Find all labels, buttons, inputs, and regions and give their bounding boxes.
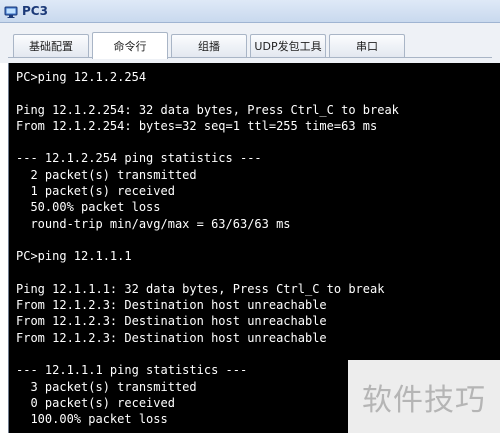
console-line: 1 packet(s) received <box>16 184 175 199</box>
tab-strip: 基础配置 命令行 组播 UDP发包工具 串口 <box>0 23 500 63</box>
console-line: From 12.1.2.3: Destination host unreacha… <box>16 314 327 329</box>
console-line: 2 packet(s) transmitted <box>16 167 197 182</box>
console-line: round-trip min/avg/max = 63/63/63 ms <box>16 216 291 231</box>
pc-monitor-icon <box>4 4 18 18</box>
console-line: Ping 12.1.2.254: 32 data bytes, Press Ct… <box>16 102 399 117</box>
console-line: --- 12.1.2.254 ping statistics --- <box>16 151 262 166</box>
console-line: From 12.1.2.3: Destination host unreacha… <box>16 330 327 345</box>
tab-udp-tool[interactable]: UDP发包工具 <box>250 34 326 57</box>
watermark-text: 软件技巧 <box>362 382 486 418</box>
console-line: PC>ping 12.1.1.1 <box>16 249 132 264</box>
console-line: 50.00% packet loss <box>16 200 161 215</box>
tab-divider <box>8 57 492 58</box>
console-line: PC>ping 12.1.2.254 <box>16 70 147 84</box>
watermark: 软件技巧 <box>348 360 500 433</box>
console-line: Ping 12.1.1.1: 32 data bytes, Press Ctrl… <box>16 281 385 296</box>
tab-basic-config[interactable]: 基础配置 <box>13 34 89 57</box>
console-line: From 12.1.2.3: Destination host unreacha… <box>16 298 327 313</box>
tab-multicast[interactable]: 组播 <box>171 34 247 57</box>
title-bar: PC3 <box>0 0 500 23</box>
console-line: From 12.1.2.254: bytes=32 seq=1 ttl=255 … <box>16 118 378 133</box>
tab-command-line[interactable]: 命令行 <box>92 32 168 59</box>
window-title: PC3 <box>22 4 48 18</box>
tab-serial-port[interactable]: 串口 <box>329 34 405 57</box>
